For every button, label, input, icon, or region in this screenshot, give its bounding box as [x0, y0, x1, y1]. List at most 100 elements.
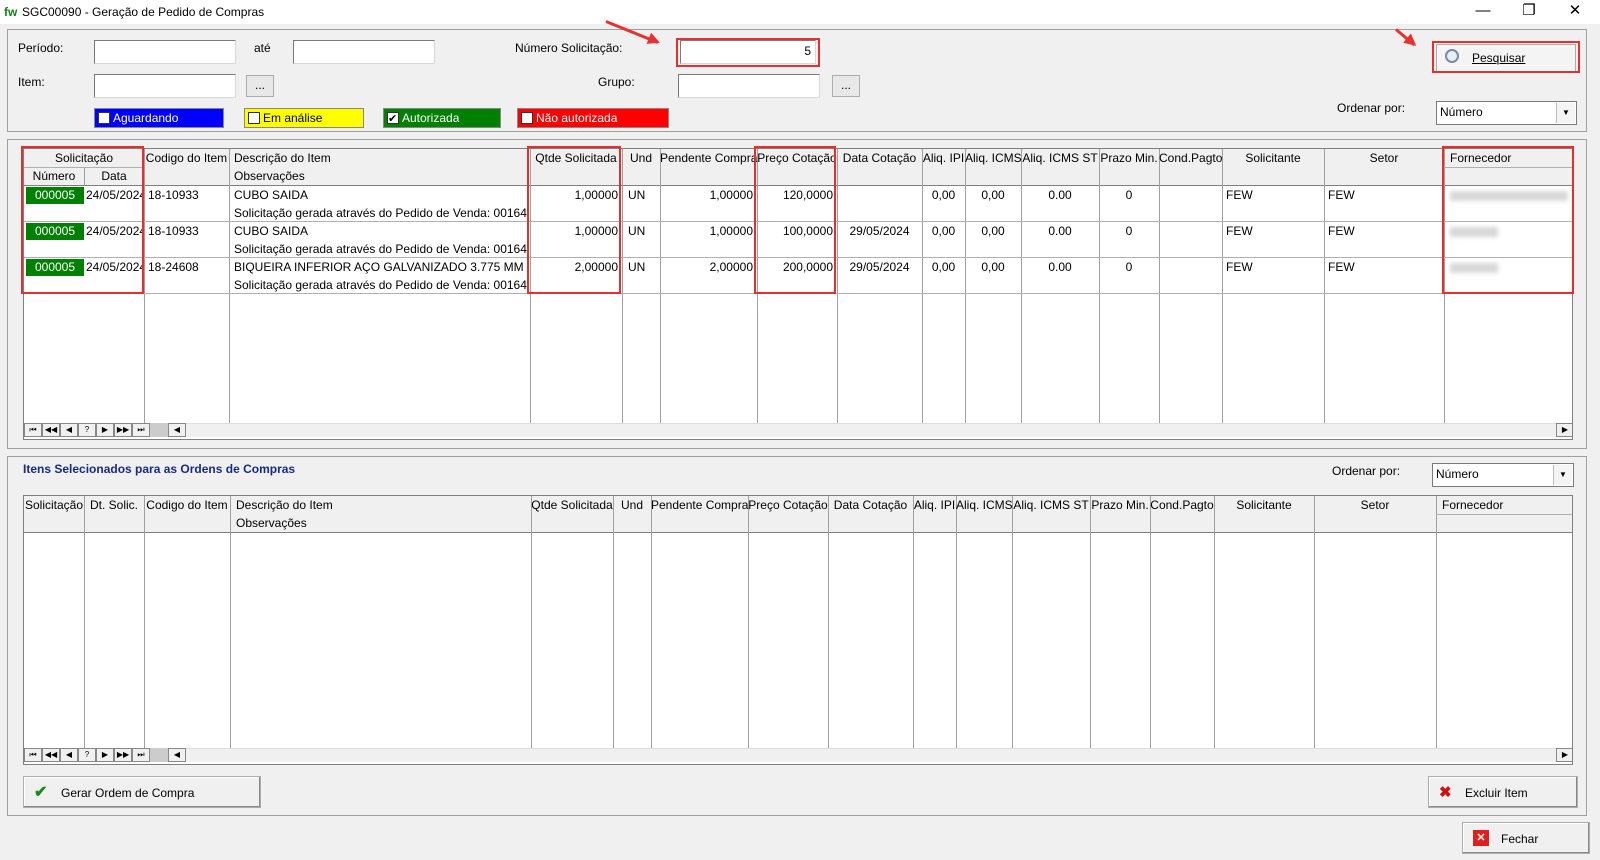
- col-observacoes[interactable]: Observações: [234, 169, 305, 183]
- nav-next-icon[interactable]: ▶: [96, 423, 114, 437]
- col-preco[interactable]: Preço Cotação: [757, 151, 837, 165]
- nav-last-icon[interactable]: ⏭: [132, 748, 150, 762]
- chevron-down-icon[interactable]: ▼: [1556, 103, 1575, 123]
- col-icms-st[interactable]: Aliq. ICMS ST: [1021, 151, 1099, 165]
- col-solicitacao[interactable]: Solicitação: [24, 151, 144, 165]
- col-setor[interactable]: Setor: [1324, 151, 1444, 165]
- app-logo: fw: [4, 5, 18, 19]
- col-ipi[interactable]: Aliq. IPI: [922, 151, 965, 165]
- col-preco[interactable]: Preço Cotação: [748, 498, 828, 512]
- col-observacoes[interactable]: Observações: [236, 516, 307, 530]
- legend-nao-autorizada[interactable]: Não autorizada: [517, 108, 669, 128]
- col-icms[interactable]: Aliq. ICMS: [956, 498, 1013, 512]
- excluir-item-button[interactable]: ✖ Excluir Item: [1428, 776, 1578, 808]
- legend-em-analise[interactable]: Em análise: [244, 108, 364, 128]
- row-codigo: 18-24608: [148, 260, 199, 274]
- col-data-cotacao[interactable]: Data Cotação: [837, 151, 922, 165]
- row-solicitante: FEW: [1226, 188, 1253, 202]
- col-pendente[interactable]: Pendente Compra: [651, 498, 748, 512]
- col-setor[interactable]: Setor: [1314, 498, 1436, 512]
- fechar-button[interactable]: ✕ Fechar: [1462, 822, 1590, 854]
- col-solicitante[interactable]: Solicitante: [1214, 498, 1314, 512]
- nao-autorizada-checkbox[interactable]: [521, 112, 533, 124]
- itens-selecionados-grid[interactable]: Solicitação Dt. Solic. Codigo do Item De…: [23, 495, 1573, 765]
- col-descricao[interactable]: Descrição do Item: [234, 151, 331, 165]
- aguardando-checkbox[interactable]: [98, 112, 110, 124]
- nav-prev-icon[interactable]: ◀: [60, 748, 78, 762]
- row-und: UN: [628, 260, 646, 274]
- col-dt-solic[interactable]: Dt. Solic.: [84, 498, 144, 512]
- restore-button[interactable]: ❐: [1506, 0, 1552, 24]
- grid1-hscrollbar[interactable]: [24, 423, 1572, 437]
- col-data-cotacao[interactable]: Data Cotação: [828, 498, 913, 512]
- nav-next-icon[interactable]: ▶: [96, 748, 114, 762]
- scroll-left-icon[interactable]: ◀: [168, 748, 186, 762]
- numero-solicitacao-input[interactable]: 5: [680, 40, 816, 64]
- grupo-lookup-button[interactable]: ...: [832, 75, 860, 97]
- col-codigo[interactable]: Codigo do Item: [144, 151, 229, 165]
- item-input[interactable]: [94, 74, 236, 98]
- col-und[interactable]: Und: [613, 498, 651, 512]
- col-prazo[interactable]: Prazo Min.: [1090, 498, 1150, 512]
- grupo-label: Grupo:: [598, 75, 635, 89]
- nav-next-page-icon[interactable]: ▶▶: [114, 748, 132, 762]
- solicitacoes-grid[interactable]: Solicitação Número Data Codigo do Item D…: [23, 148, 1573, 440]
- col-prazo[interactable]: Prazo Min.: [1099, 151, 1159, 165]
- scroll-right-icon[interactable]: ▶: [1556, 423, 1572, 437]
- col-qtde[interactable]: Qtde Solicitada: [531, 498, 613, 512]
- item-lookup-button[interactable]: ...: [246, 75, 274, 97]
- pesquisar-button[interactable]: Pesquisar: [1436, 44, 1576, 72]
- gerar-ordem-button[interactable]: ✔ Gerar Ordem de Compra: [23, 776, 261, 808]
- col-solicitacao[interactable]: Solicitação: [24, 498, 84, 512]
- legend-aguardando[interactable]: Aguardando: [94, 108, 224, 128]
- col-numero[interactable]: Número: [24, 169, 84, 183]
- col-icms-st[interactable]: Aliq. ICMS ST: [1012, 498, 1090, 512]
- col-codigo[interactable]: Codigo do Item: [144, 498, 230, 512]
- col-qtde[interactable]: Qtde Solicitada: [530, 151, 622, 165]
- row-numero: 000005: [26, 223, 84, 240]
- nav-help-icon[interactable]: ?: [78, 423, 96, 437]
- search-icon: [1445, 49, 1459, 63]
- em-analise-checkbox[interactable]: [248, 112, 260, 124]
- scroll-left-icon[interactable]: ◀: [168, 423, 186, 437]
- nav-next-page-icon[interactable]: ▶▶: [114, 423, 132, 437]
- legend-autorizada[interactable]: Autorizada: [383, 108, 501, 128]
- grid1-navigator[interactable]: ⏮ ◀◀ ◀ ? ▶ ▶▶ ⏭ ◀: [24, 423, 186, 437]
- nav-first-icon[interactable]: ⏮: [24, 748, 42, 762]
- grid2-ordenar-select[interactable]: Número ▼: [1432, 463, 1574, 487]
- nav-prev-icon[interactable]: ◀: [60, 423, 78, 437]
- col-pendente[interactable]: Pendente Compra: [660, 151, 757, 165]
- periodo-end-input[interactable]: [293, 40, 435, 64]
- autorizada-checkbox[interactable]: [387, 110, 399, 128]
- minimize-button[interactable]: —: [1460, 0, 1506, 24]
- nav-help-icon[interactable]: ?: [78, 748, 96, 762]
- row-qtde: 1,00000: [574, 188, 618, 202]
- col-fornecedor[interactable]: Fornecedor: [1450, 151, 1511, 165]
- col-icms[interactable]: Aliq. ICMS: [965, 151, 1022, 165]
- legend-aguardando-label: Aguardando: [113, 111, 179, 125]
- grid2-hscrollbar[interactable]: [24, 748, 1572, 762]
- row-und: UN: [628, 224, 646, 238]
- col-und[interactable]: Und: [622, 151, 660, 165]
- col-data[interactable]: Data: [84, 169, 144, 183]
- nav-last-icon[interactable]: ⏭: [132, 423, 150, 437]
- col-fornecedor[interactable]: Fornecedor: [1442, 498, 1503, 512]
- row-descricao: CUBO SAIDA: [234, 224, 309, 238]
- nav-first-icon[interactable]: ⏮: [24, 423, 42, 437]
- periodo-start-input[interactable]: [94, 40, 236, 64]
- nav-prev-page-icon[interactable]: ◀◀: [42, 748, 60, 762]
- col-cond[interactable]: Cond.Pagto: [1150, 498, 1214, 512]
- col-solicitante[interactable]: Solicitante: [1222, 151, 1324, 165]
- chevron-down-icon[interactable]: ▼: [1553, 465, 1572, 485]
- col-cond[interactable]: Cond.Pagto: [1159, 151, 1222, 165]
- col-descricao[interactable]: Descrição do Item: [236, 498, 333, 512]
- ordenar-select[interactable]: Número ▼: [1436, 101, 1577, 125]
- row-qtde: 1,00000: [574, 224, 618, 238]
- grupo-input[interactable]: [678, 74, 820, 98]
- grid2-navigator[interactable]: ⏮ ◀◀ ◀ ? ▶ ▶▶ ⏭ ◀: [24, 748, 186, 762]
- row-preco: 200,0000: [782, 260, 833, 274]
- col-ipi[interactable]: Aliq. IPI: [913, 498, 956, 512]
- nav-prev-page-icon[interactable]: ◀◀: [42, 423, 60, 437]
- scroll-right-icon[interactable]: ▶: [1556, 748, 1572, 762]
- close-window-button[interactable]: ✕: [1552, 0, 1598, 24]
